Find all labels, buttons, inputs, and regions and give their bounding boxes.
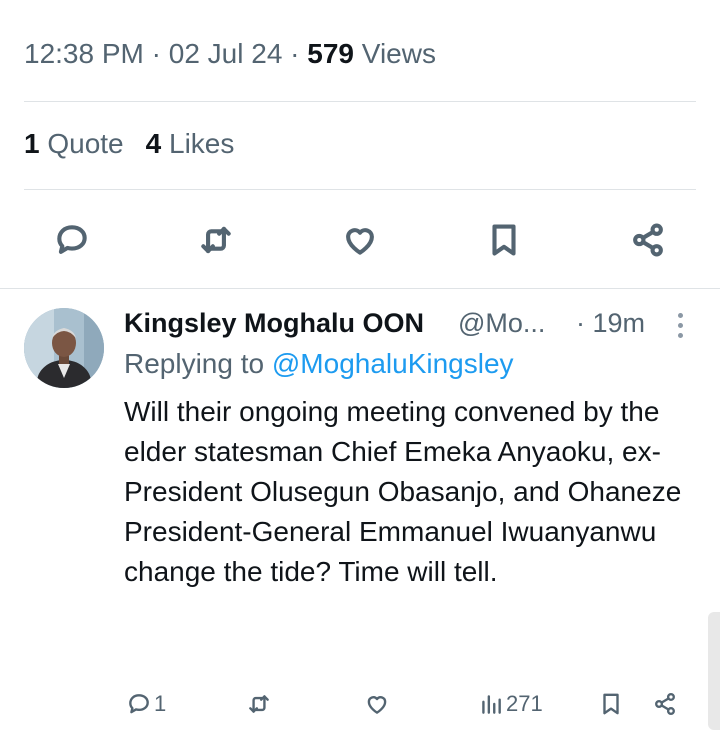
retweet-icon xyxy=(201,226,231,254)
analytics-icon xyxy=(482,695,501,714)
reply-reply-button[interactable]: 1 xyxy=(126,684,166,724)
quote-label: Quote xyxy=(39,128,124,159)
reply-text: Will their ongoing meeting convened by t… xyxy=(124,396,682,587)
likes-label: Likes xyxy=(161,128,235,159)
divider xyxy=(24,101,696,102)
quote-count: 1 xyxy=(24,128,40,159)
reply-tweet[interactable]: Kingsley Moghalu OON @Mo... · 19m Replyi… xyxy=(0,296,720,730)
reply-views-count: 271 xyxy=(506,691,543,716)
reply-icon xyxy=(57,225,87,254)
more-options-icon[interactable] xyxy=(668,308,692,342)
replying-to: Replying to @MoghaluKingsley xyxy=(124,348,514,380)
tweet-date[interactable]: 02 Jul 24 xyxy=(169,38,283,69)
reply-views-button[interactable]: 271 xyxy=(478,684,543,724)
bookmark-button[interactable] xyxy=(478,214,530,266)
tweet-time[interactable]: 12:38 PM xyxy=(24,38,144,69)
reply-time[interactable]: · 19m xyxy=(576,308,645,339)
quotes-stat[interactable]: 1 Quote xyxy=(24,128,124,159)
divider xyxy=(24,189,696,190)
retweet-icon xyxy=(249,695,269,713)
reply-header: Kingsley Moghalu OON @Mo... · 19m xyxy=(124,304,694,344)
reply-retweet-button[interactable] xyxy=(246,684,272,724)
likes-count: 4 xyxy=(145,128,162,159)
reply-action-bar: 1 271 xyxy=(0,684,720,724)
bookmark-icon xyxy=(492,224,516,256)
share-icon xyxy=(633,223,663,257)
reply-button[interactable] xyxy=(46,214,98,266)
tweet-meta: 12:38 PM · 02 Jul 24 · 579 Views xyxy=(24,38,436,70)
reply-icon xyxy=(129,694,149,714)
share-button[interactable] xyxy=(622,214,674,266)
retweet-button[interactable] xyxy=(190,214,242,266)
replying-prefix: Replying to xyxy=(124,348,272,379)
tweet-action-bar xyxy=(0,214,720,266)
reply-bookmark-button[interactable] xyxy=(598,684,624,724)
like-icon xyxy=(346,228,374,255)
likes-stat[interactable]: 4 Likes xyxy=(146,128,235,159)
author-handle[interactable]: @Mo... xyxy=(458,308,545,339)
divider xyxy=(0,288,720,289)
avatar-photo xyxy=(24,308,104,388)
author-name[interactable]: Kingsley Moghalu OON xyxy=(124,308,424,339)
reply-count: 1 xyxy=(154,691,167,716)
replying-to-link[interactable]: @MoghaluKingsley xyxy=(272,348,514,379)
views-label: Views xyxy=(354,38,436,69)
avatar[interactable] xyxy=(24,308,104,388)
meta-separator: · xyxy=(282,38,308,69)
views-count: 579 xyxy=(307,38,354,69)
like-icon xyxy=(367,696,387,714)
bookmark-icon xyxy=(603,693,619,715)
scrollbar[interactable] xyxy=(708,612,720,730)
share-icon xyxy=(655,692,675,716)
like-button[interactable] xyxy=(334,214,386,266)
tweet-stats: 1 Quote 4 Likes xyxy=(24,128,256,160)
reply-share-button[interactable] xyxy=(652,684,678,724)
meta-separator: · xyxy=(143,38,169,69)
reply-like-button[interactable] xyxy=(364,684,390,724)
